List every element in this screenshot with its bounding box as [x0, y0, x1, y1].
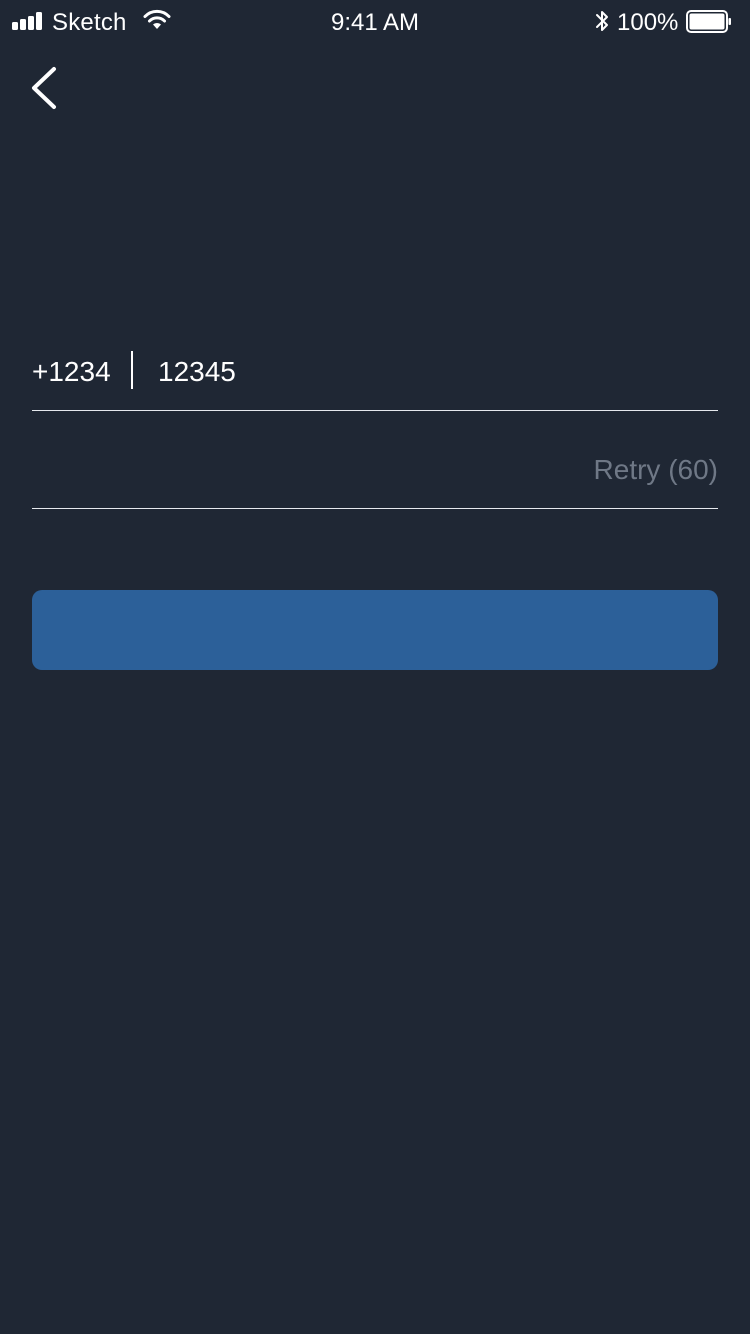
- battery-icon: [686, 10, 731, 33]
- phone-number-input[interactable]: 12345: [158, 356, 236, 388]
- submit-button[interactable]: [32, 590, 718, 670]
- phone-field-divider: [131, 351, 133, 389]
- status-bar: Sketch 9:41 AM 100%: [0, 0, 750, 44]
- retry-button[interactable]: Retry (60): [594, 454, 718, 486]
- chevron-left-icon: [32, 67, 56, 109]
- back-button[interactable]: [22, 62, 70, 114]
- verification-code-field[interactable]: Retry (60): [32, 436, 718, 509]
- country-code-selector[interactable]: +1234: [32, 356, 111, 388]
- bluetooth-icon: [596, 11, 608, 31]
- phone-field[interactable]: +1234 12345: [32, 338, 718, 411]
- battery-percent: 100%: [617, 9, 679, 36]
